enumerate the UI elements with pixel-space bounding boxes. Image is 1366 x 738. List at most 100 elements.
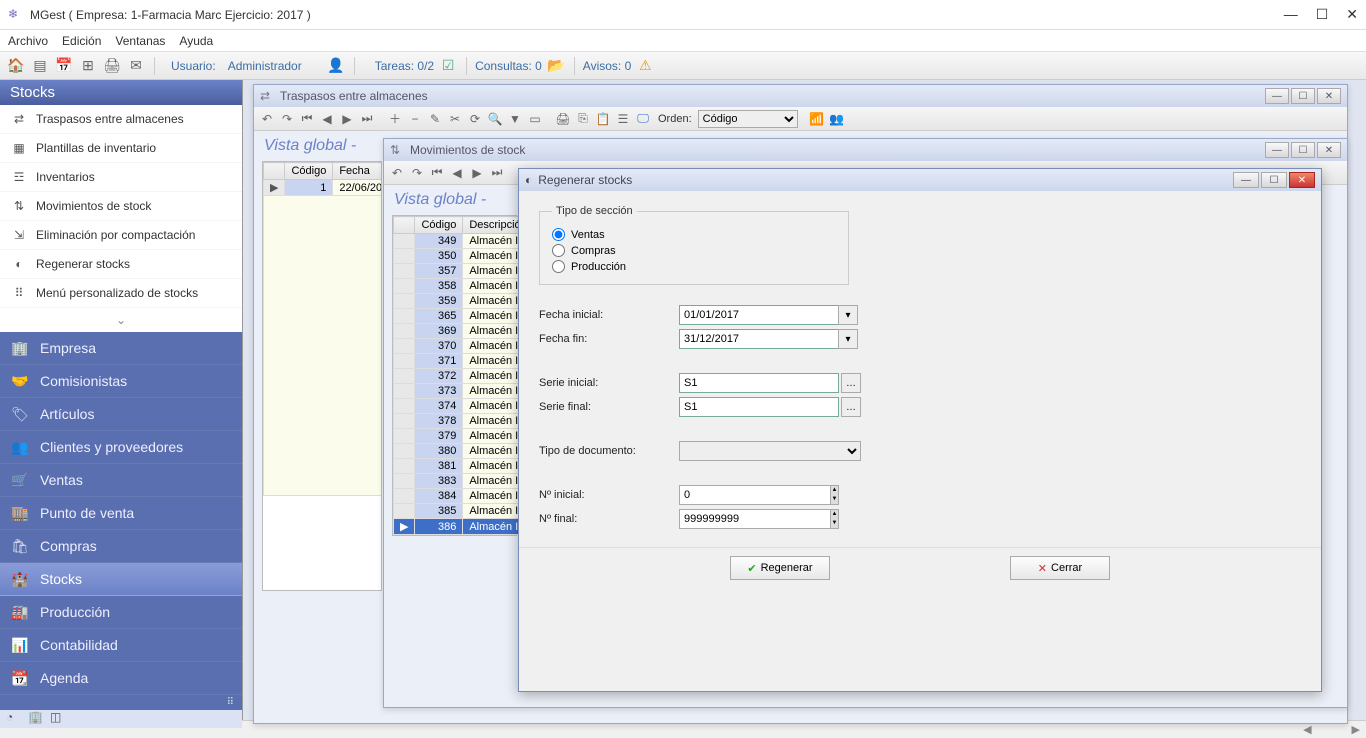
table-row[interactable]: 371Almacén I [394, 354, 528, 369]
redo-icon[interactable]: ↷ [408, 164, 426, 182]
menu-ventanas[interactable]: Ventanas [115, 34, 165, 48]
undo-icon[interactable]: ↶ [258, 110, 276, 128]
next-icon[interactable]: ▶ [468, 164, 486, 182]
minimize-button[interactable]: — [1265, 88, 1289, 104]
list-icon[interactable]: ☰ [614, 110, 632, 128]
radio-ventas[interactable] [552, 228, 565, 241]
card-icon[interactable]: ▭ [526, 110, 544, 128]
cell-codigo[interactable]: 373 [415, 384, 463, 399]
tipo-documento-select[interactable] [679, 441, 861, 461]
close-button[interactable]: ✕ [1289, 172, 1315, 188]
nav-item-compras[interactable]: 🛍Compras [0, 530, 242, 563]
cerrar-button[interactable]: ✕Cerrar [1010, 556, 1110, 580]
cell-codigo[interactable]: 385 [415, 504, 463, 519]
col-fecha[interactable]: Fecha [333, 163, 382, 180]
table-row[interactable]: 372Almacén I [394, 369, 528, 384]
tree-item-menu-personalizado[interactable]: ⠿Menú personalizado de stocks [0, 279, 242, 308]
next-icon[interactable]: ▶ [338, 110, 356, 128]
cell-codigo[interactable]: 386 [415, 519, 463, 535]
redo-icon[interactable]: ↷ [278, 110, 296, 128]
minimize-button[interactable]: — [1265, 142, 1289, 158]
table-row[interactable]: 383Almacén I [394, 474, 528, 489]
warning-icon[interactable]: ⚠ [635, 56, 655, 76]
cell-codigo[interactable]: 381 [415, 459, 463, 474]
radio-compras[interactable] [552, 244, 565, 257]
movimientos-grid[interactable]: CódigoDescripció 349Almacén I350Almacén … [392, 215, 517, 536]
calendar-icon[interactable]: 📅 [54, 56, 74, 76]
nav-item-empresa[interactable]: 🏢Empresa [0, 332, 242, 365]
cell-codigo[interactable]: 372 [415, 369, 463, 384]
serie-inicial-input[interactable] [679, 373, 839, 393]
cell-codigo[interactable]: 380 [415, 444, 463, 459]
minimize-button[interactable]: — [1233, 172, 1259, 188]
scroll-right-icon[interactable]: ▶ [1352, 723, 1360, 736]
prev-icon[interactable]: ◀ [448, 164, 466, 182]
screen-icon[interactable]: 🖵 [634, 110, 652, 128]
remove-icon[interactable]: − [406, 110, 424, 128]
nav-item-agenda[interactable]: 📆Agenda [0, 662, 242, 695]
no-final-input[interactable] [680, 510, 830, 528]
calendar-icon[interactable]: ▾ [838, 305, 858, 325]
table-row[interactable]: 349Almacén I [394, 234, 528, 249]
menu-ayuda[interactable]: Ayuda [179, 34, 213, 48]
print-icon[interactable]: 🖨 [102, 56, 122, 76]
chart-icon[interactable]: ◫ [50, 710, 68, 728]
consultas-label[interactable]: Consultas: 0 [475, 59, 542, 73]
close-button[interactable]: ✕ [1346, 6, 1358, 23]
refresh-icon[interactable]: ⟳ [466, 110, 484, 128]
nav-item-punto-de-venta[interactable]: 🏬Punto de venta [0, 497, 242, 530]
lookup-button[interactable]: … [841, 397, 861, 417]
table-row[interactable]: 373Almacén I [394, 384, 528, 399]
copy-icon[interactable]: ⎘ [574, 110, 592, 128]
cell-codigo[interactable]: 359 [415, 294, 463, 309]
nav-item-clientes-y-proveedores[interactable]: 👥Clientes y proveedores [0, 431, 242, 464]
grid-icon[interactable]: ⊞ [78, 56, 98, 76]
table-row[interactable]: 384Almacén I [394, 489, 528, 504]
tasks-icon[interactable]: ☑ [438, 56, 458, 76]
cell-codigo[interactable]: 371 [415, 354, 463, 369]
nav-item-artículos[interactable]: 🏷Artículos [0, 398, 242, 431]
building-icon[interactable]: 🏢 [28, 710, 46, 728]
nav-item-contabilidad[interactable]: 📊Contabilidad [0, 629, 242, 662]
filter-icon[interactable]: ▼ [506, 110, 524, 128]
nav-grip[interactable]: ⠿ [0, 695, 242, 710]
table-row[interactable]: 350Almacén I [394, 249, 528, 264]
first-icon[interactable]: ⏮ [298, 110, 316, 128]
no-inicial-input[interactable] [680, 486, 830, 504]
avisos-label[interactable]: Avisos: 0 [583, 59, 631, 73]
serie-final-input[interactable] [679, 397, 839, 417]
table-row[interactable]: ▶386Almacén I [394, 519, 528, 535]
consultas-icon[interactable]: 📂 [546, 56, 566, 76]
cell-codigo[interactable]: 358 [415, 279, 463, 294]
cell-codigo[interactable]: 349 [415, 234, 463, 249]
maximize-button[interactable]: ☐ [1316, 6, 1329, 23]
cell-codigo[interactable]: 370 [415, 339, 463, 354]
table-row[interactable]: 374Almacén I [394, 399, 528, 414]
first-icon[interactable]: ⏮ [428, 164, 446, 182]
cell-codigo[interactable]: 379 [415, 429, 463, 444]
table-row[interactable]: 369Almacén I [394, 324, 528, 339]
tree-item-inventarios[interactable]: ☲Inventarios [0, 163, 242, 192]
prev-icon[interactable]: ◀ [318, 110, 336, 128]
table-row[interactable]: 378Almacén I [394, 414, 528, 429]
regenerar-button[interactable]: ✔Regenerar [730, 556, 830, 580]
close-button[interactable]: ✕ [1317, 88, 1341, 104]
antenna-icon[interactable]: 📶 [808, 110, 826, 128]
maximize-button[interactable]: ☐ [1291, 88, 1315, 104]
orden-select[interactable]: Código [698, 110, 798, 128]
cut-icon[interactable]: ✂ [446, 110, 464, 128]
cell-codigo[interactable]: 357 [415, 264, 463, 279]
search-icon[interactable]: 🔍 [486, 110, 504, 128]
table-row[interactable]: 381Almacén I [394, 459, 528, 474]
maximize-button[interactable]: ☐ [1291, 142, 1315, 158]
no-final-spinner[interactable]: ▲▼ [679, 509, 839, 529]
table-row[interactable]: 380Almacén I [394, 444, 528, 459]
spin-down-icon[interactable]: ▼ [830, 519, 838, 528]
fecha-fin-input[interactable] [679, 329, 839, 349]
list-icon[interactable]: ▤ [30, 56, 50, 76]
tree-item-traspasos[interactable]: ⇄Traspasos entre almacenes [0, 105, 242, 134]
table-row[interactable]: 358Almacén I [394, 279, 528, 294]
home-icon[interactable]: 🏠 [6, 56, 26, 76]
people-icon[interactable]: 👥 [828, 110, 846, 128]
no-inicial-spinner[interactable]: ▲▼ [679, 485, 839, 505]
